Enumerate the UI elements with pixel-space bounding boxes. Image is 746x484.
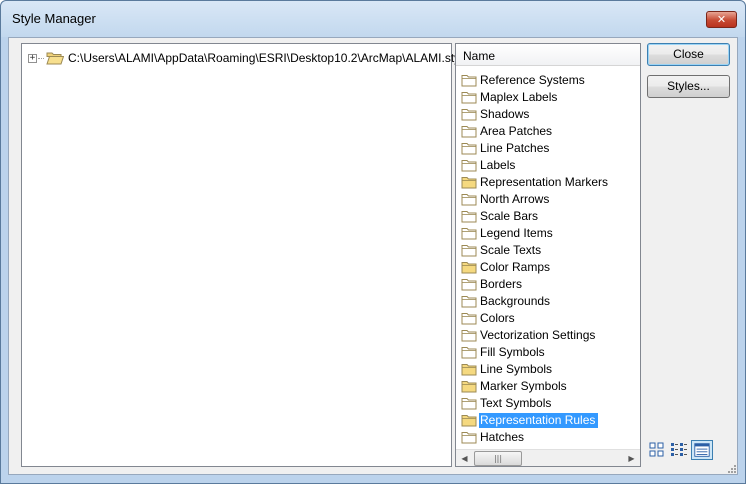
folder-icon	[461, 296, 477, 308]
list-item-label: Text Symbols	[480, 396, 552, 410]
list-item-label: Line Symbols	[480, 362, 553, 376]
list-item[interactable]: Line Symbols	[461, 361, 636, 378]
list-body: Reference Systems Maplex Labels Shadows Are…	[461, 72, 636, 446]
style-tree-panel[interactable]: + C:\Users\ALAMI\AppData\Roaming\ESRI\De…	[21, 43, 470, 467]
list-item-label: Reference Systems	[480, 73, 585, 87]
close-window-button[interactable]: ✕	[706, 11, 737, 28]
title-bar[interactable]: Style Manager ✕	[1, 1, 745, 37]
list-item[interactable]: Fill Symbols	[461, 344, 636, 361]
horizontal-scrollbar[interactable]: ◀ ||| ▶	[456, 449, 640, 466]
list-item[interactable]: Shadows	[461, 106, 636, 123]
folder-icon	[461, 143, 477, 155]
folder-icon	[461, 92, 477, 104]
folder-icon	[461, 347, 477, 359]
list-item-label: Shadows	[480, 107, 530, 121]
tree-root-node[interactable]: + C:\Users\ALAMI\AppData\Roaming\ESRI\De…	[28, 49, 470, 67]
folder-icon	[461, 160, 477, 172]
list-item-label: Line Patches	[480, 141, 550, 155]
list-item[interactable]: Scale Texts	[461, 242, 636, 259]
list-item[interactable]: Text Symbols	[461, 395, 636, 412]
list-item-label: Vectorization Settings	[480, 328, 596, 342]
folder-icon	[461, 313, 477, 325]
folder-icon	[461, 211, 477, 223]
list-item[interactable]: Colors	[461, 310, 636, 327]
list-item[interactable]: Backgrounds	[461, 293, 636, 310]
folder-icon	[461, 75, 477, 87]
list-item[interactable]: Labels	[461, 157, 636, 174]
scroll-left-arrow[interactable]: ◀	[456, 450, 473, 467]
folder-icon	[461, 364, 477, 376]
column-header-name[interactable]: Name	[456, 44, 640, 66]
list-item-label: Representation Markers	[480, 175, 609, 189]
folder-icon	[461, 194, 477, 206]
list-item[interactable]: Hatches	[461, 429, 636, 446]
list-item[interactable]: Scale Bars	[461, 208, 636, 225]
folder-icon	[461, 109, 477, 121]
styles-button[interactable]: Styles...	[647, 75, 730, 98]
list-item[interactable]: North Arrows	[461, 191, 636, 208]
list-item-label: Labels	[480, 158, 516, 172]
folder-icon	[461, 126, 477, 138]
list-item-label: Borders	[480, 277, 523, 291]
list-item-label: North Arrows	[480, 192, 550, 206]
style-items-list[interactable]: Name Reference Systems Maplex Labels Shado…	[455, 43, 641, 467]
expand-icon[interactable]: +	[28, 53, 37, 63]
details-view-icon[interactable]	[691, 440, 713, 460]
folder-icon	[461, 330, 477, 342]
folder-icon	[461, 381, 477, 393]
folder-icon	[461, 398, 477, 410]
list-item[interactable]: Area Patches	[461, 123, 636, 140]
dialog-client-area: + C:\Users\ALAMI\AppData\Roaming\ESRI\De…	[8, 37, 738, 475]
list-item[interactable]: Maplex Labels	[461, 89, 636, 106]
folder-open-icon	[46, 52, 64, 65]
list-item-label: Color Ramps	[480, 260, 551, 274]
list-item-label: Fill Symbols	[480, 345, 545, 359]
resize-grip-icon[interactable]	[727, 464, 737, 474]
scroll-right-arrow[interactable]: ▶	[623, 450, 640, 467]
style-manager-window: Style Manager ✕ + C:\Users\ALAMI\AppData…	[0, 0, 746, 484]
list-item-label: Hatches	[480, 430, 525, 444]
list-item-label: Maplex Labels	[480, 90, 558, 104]
list-item[interactable]: Representation Markers	[461, 174, 636, 191]
list-item[interactable]: Legend Items	[461, 225, 636, 242]
folder-icon	[461, 415, 477, 427]
list-item-label: Scale Bars	[480, 209, 539, 223]
list-item[interactable]: Reference Systems	[461, 72, 636, 89]
window-title: Style Manager	[12, 11, 96, 26]
folder-icon	[461, 228, 477, 240]
folder-icon	[461, 279, 477, 291]
list-item-label: Marker Symbols	[480, 379, 567, 393]
scroll-thumb[interactable]: |||	[474, 451, 522, 466]
folder-icon	[461, 245, 477, 257]
large-icons-view-icon[interactable]	[648, 441, 666, 459]
list-item[interactable]: Representation Rules	[461, 412, 636, 429]
list-item[interactable]: Vectorization Settings	[461, 327, 636, 344]
list-item-label: Legend Items	[480, 226, 553, 240]
tree-root-path: C:\Users\ALAMI\AppData\Roaming\ESRI\Desk…	[68, 51, 470, 65]
list-item-label: Backgrounds	[480, 294, 551, 308]
column-header-label: Name	[463, 49, 496, 63]
folder-icon	[461, 262, 477, 274]
list-item[interactable]: Borders	[461, 276, 636, 293]
close-button[interactable]: Close	[647, 43, 730, 66]
list-item-label: Area Patches	[480, 124, 553, 138]
list-item[interactable]: Marker Symbols	[461, 378, 636, 395]
list-item-label: Scale Texts	[480, 243, 542, 257]
folder-icon	[461, 432, 477, 444]
folder-icon	[461, 177, 477, 189]
list-item[interactable]: Color Ramps	[461, 259, 636, 276]
list-view-icon[interactable]	[670, 441, 688, 459]
list-item-label: Colors	[480, 311, 515, 325]
list-item-label: Representation Rules	[479, 413, 599, 428]
tree-connector	[38, 57, 44, 59]
list-item[interactable]: Line Patches	[461, 140, 636, 157]
